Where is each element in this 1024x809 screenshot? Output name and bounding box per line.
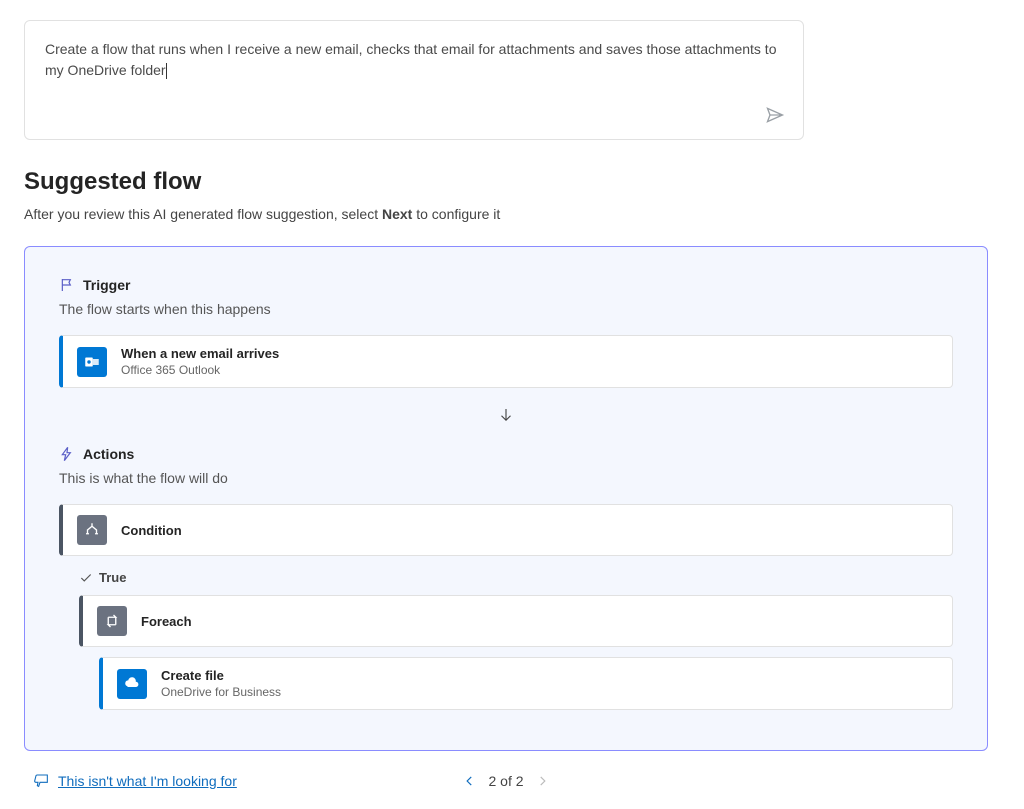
arrow-down-icon (59, 406, 953, 424)
trigger-step-title: When a new email arrives (121, 346, 279, 361)
send-button[interactable] (763, 103, 787, 127)
feedback-text: This isn't what I'm looking for (58, 773, 237, 789)
pager-prev-button[interactable] (460, 772, 478, 790)
foreach-step-card[interactable]: Foreach (79, 595, 953, 647)
trigger-step-card[interactable]: When a new email arrives Office 365 Outl… (59, 335, 953, 388)
suggested-flow-heading: Suggested flow (24, 168, 1000, 196)
loop-icon (97, 606, 127, 636)
trigger-label: Trigger (83, 277, 130, 293)
trigger-step-subtitle: Office 365 Outlook (121, 363, 279, 377)
create-file-subtitle: OneDrive for Business (161, 685, 281, 699)
lightning-icon (59, 446, 75, 462)
text-cursor (166, 63, 167, 79)
pager-text: 2 of 2 (488, 773, 523, 789)
chevron-right-icon (536, 774, 550, 788)
condition-icon (77, 515, 107, 545)
flag-icon (59, 277, 75, 293)
foreach-title: Foreach (141, 614, 192, 629)
thumbs-down-icon (34, 773, 50, 789)
create-file-title: Create file (161, 668, 281, 683)
subheading-text-after: to configure it (412, 206, 500, 222)
pager: 2 of 2 (460, 772, 551, 790)
check-icon (79, 571, 93, 585)
subheading-bold: Next (382, 206, 412, 222)
outlook-icon (77, 347, 107, 377)
footer-row: This isn't what I'm looking for 2 of 2 (24, 773, 988, 789)
subheading-text-before: After you review this AI generated flow … (24, 206, 382, 222)
condition-step-card[interactable]: Condition (59, 504, 953, 556)
send-icon (765, 105, 785, 125)
chevron-left-icon (462, 774, 476, 788)
true-branch-label: True (79, 570, 953, 585)
onedrive-icon (117, 669, 147, 699)
prompt-text: Create a flow that runs when I receive a… (45, 41, 776, 78)
condition-title: Condition (121, 523, 182, 538)
trigger-desc: The flow starts when this happens (59, 301, 953, 317)
pager-next-button[interactable] (534, 772, 552, 790)
feedback-link[interactable]: This isn't what I'm looking for (24, 773, 237, 789)
suggestion-card: Trigger The flow starts when this happen… (24, 246, 988, 751)
trigger-section-header: Trigger (59, 277, 953, 293)
prompt-input-box[interactable]: Create a flow that runs when I receive a… (24, 20, 804, 140)
create-file-step-card[interactable]: Create file OneDrive for Business (99, 657, 953, 710)
actions-desc: This is what the flow will do (59, 470, 953, 486)
actions-section-header: Actions (59, 446, 953, 462)
actions-label: Actions (83, 446, 134, 462)
suggested-flow-subheading: After you review this AI generated flow … (24, 206, 1000, 222)
